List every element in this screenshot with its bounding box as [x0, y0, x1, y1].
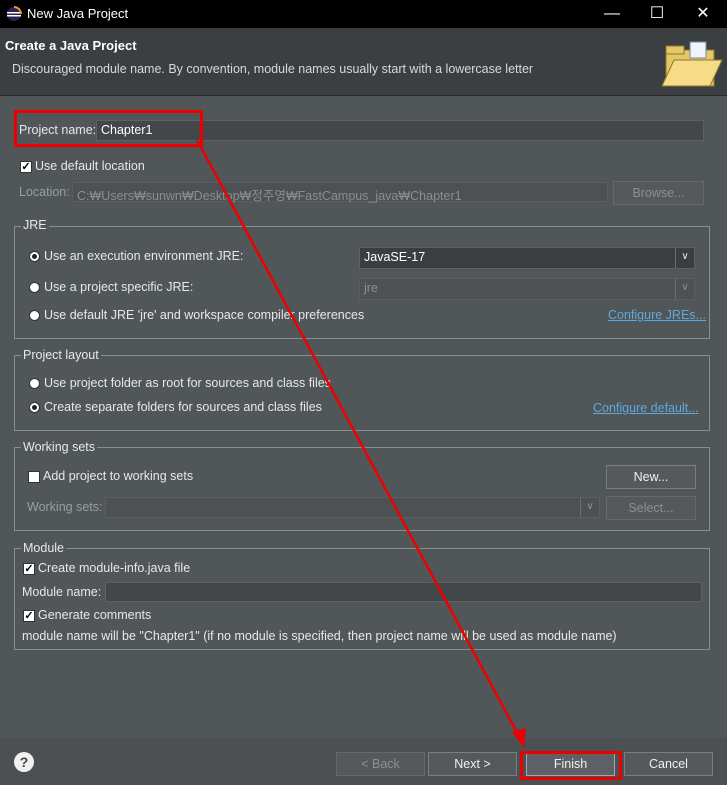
- annotation-arrow: [195, 139, 526, 748]
